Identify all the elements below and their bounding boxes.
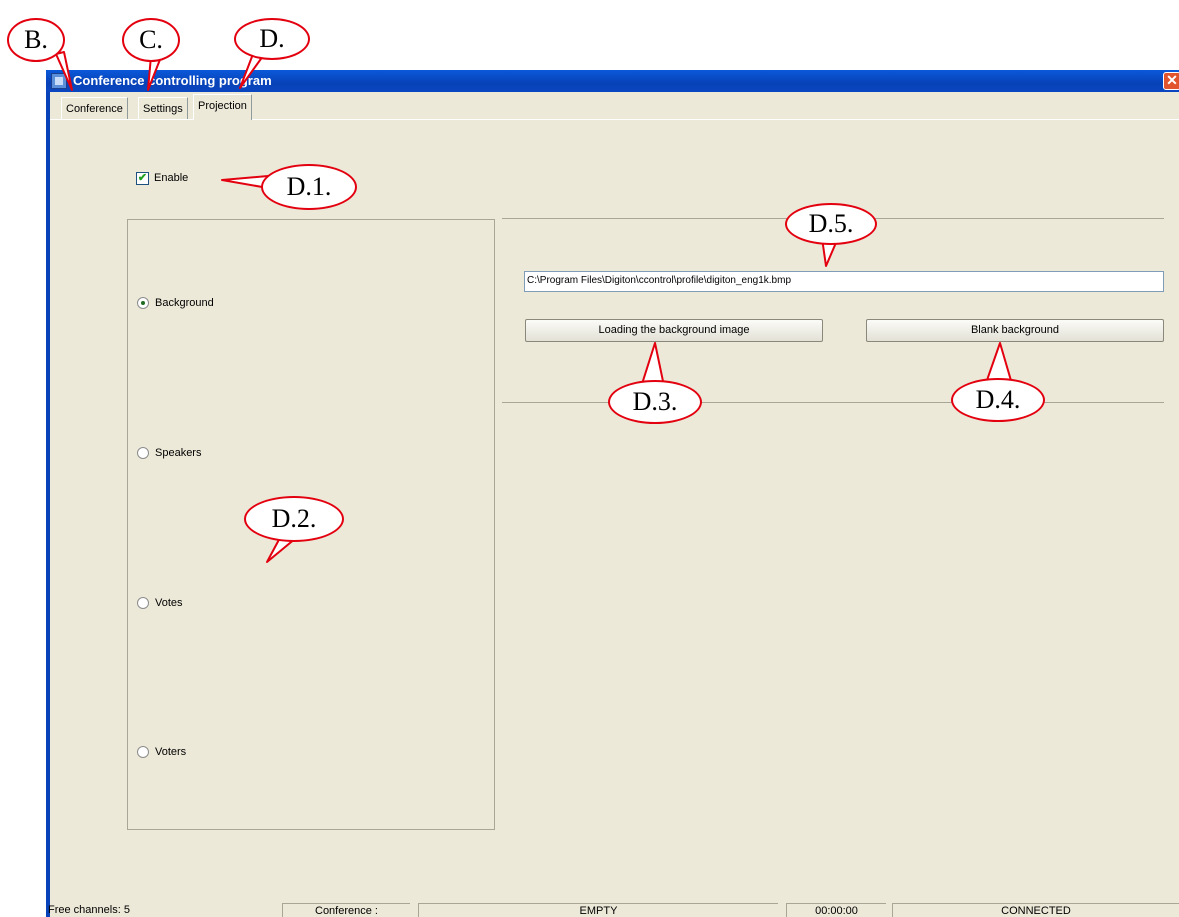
callout-d1: D.1. <box>261 164 357 210</box>
callout-d3: D.3. <box>608 380 702 424</box>
callout-d2: D.2. <box>244 496 344 542</box>
callout-c: C. <box>122 18 180 62</box>
pointer-b <box>55 51 73 91</box>
tab-projection[interactable]: Projection <box>193 94 252 120</box>
callout-d5: D.5. <box>785 203 877 245</box>
callout-pointers <box>55 51 1013 563</box>
callout-b: B. <box>7 18 65 62</box>
callout-d4: D.4. <box>951 378 1045 422</box>
pointer-d <box>239 53 264 89</box>
callout-d: D. <box>234 18 310 60</box>
